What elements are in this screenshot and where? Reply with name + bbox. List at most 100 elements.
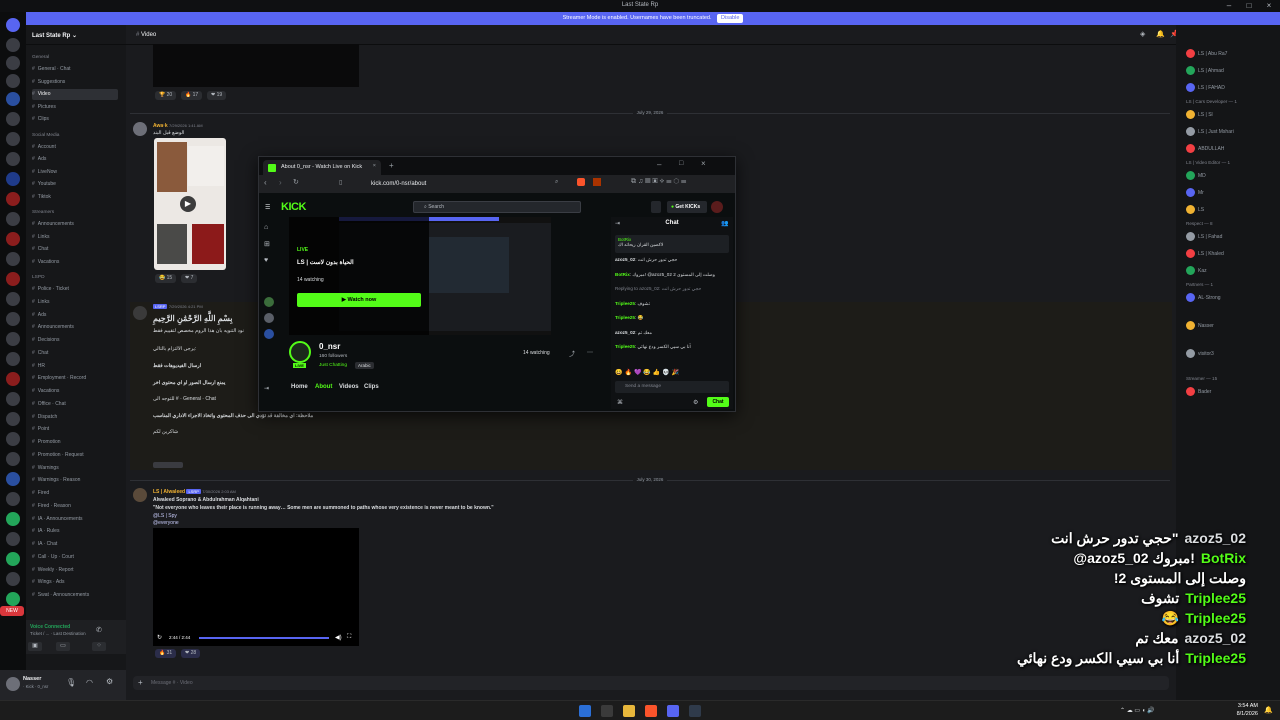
chat-username[interactable]: BotRix xyxy=(615,272,630,277)
chat-message[interactable]: azoz5_02: حجي تدور حرش انت xyxy=(615,257,729,263)
back-icon[interactable]: ‹ xyxy=(264,178,267,187)
server-icon[interactable] xyxy=(6,312,20,326)
channel-item[interactable]: # Links xyxy=(32,297,118,308)
home-icon[interactable]: ⌂ xyxy=(264,224,268,231)
server-icon[interactable] xyxy=(6,252,20,266)
member-item[interactable]: LS | Just Mshari xyxy=(1186,126,1276,138)
avatar[interactable] xyxy=(133,122,147,136)
channel-item[interactable]: # Tiktok xyxy=(32,192,118,203)
server-icon[interactable] xyxy=(6,352,20,366)
category-link[interactable]: Just Chatting xyxy=(319,363,347,368)
message-text[interactable]: للتوجه الى # · General · Chat xyxy=(153,396,216,402)
voice-channel[interactable]: Ticket / ... · Last Destination xyxy=(30,631,86,636)
server-icon[interactable] xyxy=(6,232,20,246)
channel-item[interactable]: # Links xyxy=(32,232,118,243)
kick-logo[interactable]: KICK xyxy=(281,201,306,213)
member-item[interactable]: LS | FAHAD xyxy=(1186,82,1276,94)
server-icon[interactable] xyxy=(6,172,20,186)
chat-username[interactable]: Triplee25 xyxy=(615,301,635,306)
channel-item[interactable]: # Weekly · Report xyxy=(32,565,118,576)
category-header[interactable]: Social Media xyxy=(32,133,59,138)
member-item[interactable]: LS xyxy=(1186,204,1276,216)
server-icon[interactable] xyxy=(6,492,20,506)
minimize-icon[interactable]: – xyxy=(1222,1,1236,11)
pinned-message[interactable]: BotRix لاكصين القران ريحاته اك xyxy=(615,235,729,253)
member-item[interactable]: LS | Khaled xyxy=(1186,248,1276,260)
brave-browser-icon[interactable] xyxy=(645,705,657,717)
bookmark-icon[interactable]: ▯ xyxy=(339,179,342,186)
server-icon[interactable] xyxy=(6,112,20,126)
chat-username[interactable]: Triplee25 xyxy=(615,315,635,320)
chat-message[interactable]: Triplee25: تشوف xyxy=(615,301,729,307)
server-icon[interactable] xyxy=(6,412,20,426)
disable-streamer-button[interactable]: Disable xyxy=(717,14,744,23)
notification-icon[interactable]: 🔔 xyxy=(1264,706,1273,714)
category-header[interactable]: Streamers xyxy=(32,210,54,215)
member-item[interactable]: visitor3 xyxy=(1186,348,1276,360)
reaction[interactable]: 😂 15 xyxy=(155,274,177,283)
reaction[interactable]: ❤ 19 xyxy=(207,91,227,100)
channel-item[interactable]: # Pictures xyxy=(32,102,118,113)
watch-now-button[interactable]: ▶ Watch now xyxy=(297,293,421,307)
chat-message[interactable]: Triplee25: أنا بي سيي الكسر ودع نهائي xyxy=(615,344,729,350)
home-icon[interactable] xyxy=(6,18,20,32)
channel-item[interactable]: # Warnings · Reason xyxy=(32,475,118,486)
avatar[interactable] xyxy=(6,677,20,691)
emote-icon[interactable]: ⌘ xyxy=(617,399,623,406)
channel-item[interactable]: # General · Chat xyxy=(32,64,118,75)
server-icon[interactable] xyxy=(6,132,20,146)
chat-username[interactable]: azoz5_02 xyxy=(615,330,635,335)
channel-item[interactable]: # IA · Rules xyxy=(32,526,118,537)
channel-item[interactable]: # Point xyxy=(32,424,118,435)
channel-item[interactable]: # Wings · Ads xyxy=(32,577,118,588)
close-icon[interactable]: × xyxy=(1262,1,1276,11)
message-composer[interactable]: + Message # · Video xyxy=(133,676,1169,690)
chat-users-icon[interactable]: 👥 xyxy=(721,220,728,227)
channel-item[interactable]: # Dispatch xyxy=(32,412,118,423)
channel-item[interactable]: # Vacations xyxy=(32,257,118,268)
video-attachment[interactable] xyxy=(153,44,359,87)
reload-icon[interactable]: ↻ xyxy=(293,178,299,186)
video-progress[interactable] xyxy=(199,637,329,639)
member-item[interactable]: Nasser xyxy=(1186,320,1276,332)
start-icon[interactable] xyxy=(579,705,591,717)
get-kicks-button[interactable]: ● Get KICKs xyxy=(667,201,707,213)
chat-message[interactable]: Replying to azoz5_02: حجي تدور حرش انت xyxy=(615,286,729,292)
channel-item[interactable]: # Chat xyxy=(32,348,118,359)
file-explorer-icon[interactable] xyxy=(623,705,635,717)
member-item[interactable]: LS | Abu Ra7 xyxy=(1186,48,1276,60)
channel-item[interactable]: # Fired xyxy=(32,488,118,499)
server-icon[interactable] xyxy=(6,332,20,346)
server-icon[interactable] xyxy=(6,372,20,386)
server-icon[interactable] xyxy=(6,92,20,106)
member-item[interactable]: AL·Strong xyxy=(1186,292,1276,304)
followed-channel-avatar[interactable] xyxy=(264,329,274,339)
kick-search-input[interactable]: ⌕ Search xyxy=(413,201,581,213)
close-icon[interactable]: × xyxy=(701,159,706,168)
reaction[interactable]: 🏆 20 xyxy=(155,91,177,100)
followed-channel-avatar[interactable] xyxy=(264,297,274,307)
reaction[interactable]: 🔥 31 xyxy=(155,649,177,658)
server-icon[interactable] xyxy=(6,56,20,70)
volume-icon[interactable]: ◀) xyxy=(335,634,342,641)
channel-item[interactable]: # Clips xyxy=(32,114,118,125)
member-item[interactable]: MD xyxy=(1186,170,1276,182)
tab-home[interactable]: Home xyxy=(291,384,308,390)
member-item[interactable]: Mr xyxy=(1186,187,1276,199)
channel-item[interactable]: # Employment · Record xyxy=(32,373,118,384)
video-player[interactable]: ↻ 2:44 / 2:44 ◀) ⛶ xyxy=(153,528,359,646)
tab-about[interactable]: About xyxy=(315,384,332,390)
channel-item[interactable]: # IA · Announcements xyxy=(32,514,118,525)
clock-date[interactable]: 8/1/2026 xyxy=(1218,711,1258,717)
channel-item[interactable]: # Announcements xyxy=(32,322,118,333)
chat-settings-icon[interactable]: ⚙ xyxy=(693,399,698,406)
channel-item[interactable]: # Promotion xyxy=(32,437,118,448)
search-icon[interactable]: ⌕ xyxy=(555,179,558,186)
member-item[interactable]: Kaz xyxy=(1186,265,1276,277)
chat-message[interactable]: azoz5_02: معك تم xyxy=(615,330,729,336)
maximize-icon[interactable]: □ xyxy=(679,160,683,167)
extensions-icon[interactable]: ⧉ ♫ ▤ ▣ ⟡ ☰ ⬡ ☰ xyxy=(631,178,686,186)
menu-icon[interactable]: ☰ xyxy=(265,204,270,211)
forward-icon[interactable]: › xyxy=(279,178,282,187)
emote-bar[interactable]: 😀🔥💜😂👍💀🎉 xyxy=(615,369,729,379)
